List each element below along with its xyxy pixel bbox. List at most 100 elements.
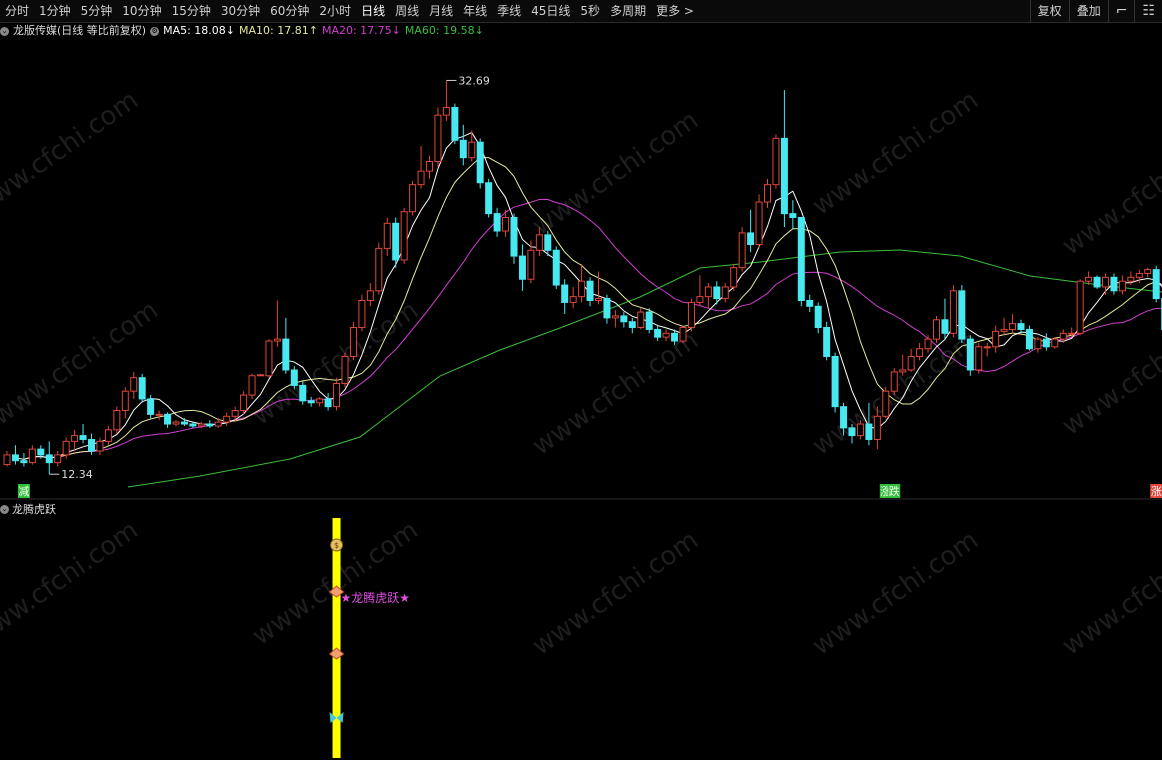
candle-body: [907, 355, 915, 371]
period-toolbar: 分时 1分钟 5分钟 10分钟 15分钟 30分钟 60分钟 2小时 日线 周线 月线 年线 季线 45日…: [0, 0, 1162, 23]
collapse-icon[interactable]: ⌄: [0, 505, 9, 514]
period-9[interactable]: 周线: [390, 0, 424, 22]
candle-body: [671, 332, 679, 342]
ma5-line: [15, 131, 1162, 460]
period-15[interactable]: 多周期: [605, 0, 651, 22]
period-16[interactable]: 更多 >: [651, 0, 699, 22]
toolbar-right-button-3[interactable]: ☷: [1134, 0, 1162, 22]
candle-body: [257, 374, 264, 377]
candle-body: [459, 139, 467, 159]
candle-body: [62, 440, 70, 456]
candle-body: [975, 346, 983, 371]
period-4[interactable]: 15分钟: [167, 0, 216, 22]
candle-body: [544, 234, 552, 251]
candle-body: [561, 284, 569, 303]
diamond-icon: [328, 585, 345, 598]
candle-body: [806, 299, 814, 307]
candle-body: [1127, 276, 1135, 282]
signal-badge: [888, 484, 901, 498]
candle-body: [172, 421, 180, 425]
candle-body: [1051, 338, 1059, 348]
candle-body: [949, 290, 957, 334]
sub-panel-title: 龙腾虎跃: [12, 503, 56, 516]
signal-badge: [879, 484, 892, 498]
candle-body: [637, 311, 645, 329]
ma20-line: [32, 198, 1162, 458]
candle-body: [468, 141, 476, 159]
candle-body: [88, 438, 95, 452]
low-annotation: 12.34: [61, 468, 93, 481]
candle-body: [569, 296, 577, 303]
candle-body: [104, 429, 112, 442]
ma10-line: [23, 156, 1162, 460]
period-14[interactable]: 5秒: [575, 0, 605, 22]
stock-name: 龙版传媒(日线 等比前复权): [13, 24, 147, 37]
watermark-text: www.cfchi.com: [1057, 125, 1162, 261]
period-5[interactable]: 30分钟: [216, 0, 265, 22]
period-11[interactable]: 年线: [458, 0, 492, 22]
watermark: www.cfchi.com www.cfchi.com www.cfchi.com w…: [0, 85, 1162, 661]
info-bar: ⌄ 龙版传媒(日线 等比前复权) ⚙ MA5: 18.08↓ MA10: 17.…: [0, 23, 488, 39]
candlestick-chart[interactable]: www.cfchi.com www.cfchi.com www.cfchi.com w…: [0, 0, 1162, 760]
period-3[interactable]: 10分钟: [117, 0, 166, 22]
candle-body: [1017, 323, 1025, 330]
candle-body: [696, 296, 704, 303]
candle-body: [282, 338, 290, 371]
signal-label: 涨: [1151, 485, 1162, 498]
period-13[interactable]: 45日线: [526, 0, 575, 22]
collapse-icon[interactable]: ⌄: [0, 26, 9, 36]
candle-body: [865, 423, 873, 440]
high-annotation: 32.69: [458, 74, 490, 87]
period-0[interactable]: 分时: [0, 0, 34, 22]
ma5-label: MA5: 18.08↓: [163, 24, 236, 37]
candle-body: [383, 222, 391, 249]
candle-body: [265, 340, 273, 377]
period-12[interactable]: 季线: [492, 0, 526, 22]
sub-indicator-layer: $ ★龙腾虎跃★: [328, 518, 410, 758]
coin-bag-icon: [330, 538, 344, 552]
candle-body: [882, 390, 890, 417]
candle-body: [3, 454, 11, 466]
candle-body: [240, 394, 248, 412]
period-8[interactable]: 日线: [356, 0, 390, 22]
period-2[interactable]: 5分钟: [76, 0, 118, 22]
period-1[interactable]: 1分钟: [34, 0, 76, 22]
candle-body: [375, 247, 383, 292]
watermark-text: www.cfchi.com: [0, 85, 144, 221]
toolbar-right-button-1[interactable]: 叠加: [1068, 0, 1108, 22]
candle-body: [933, 319, 940, 340]
watermark-text: www.cfchi.com: [527, 525, 704, 661]
candle-body: [299, 384, 307, 402]
candle-body: [772, 137, 780, 186]
candle-body: [687, 301, 695, 329]
period-10[interactable]: 月线: [424, 0, 458, 22]
candle-body: [20, 460, 28, 464]
candle-body: [586, 280, 594, 301]
toolbar-right-button-2[interactable]: ⌐: [1107, 0, 1135, 22]
period-7[interactable]: 2小时: [314, 0, 356, 22]
candle-body: [307, 400, 315, 404]
watermark-text: www.cfchi.com: [0, 515, 144, 651]
candle-body: [485, 182, 493, 215]
toolbar-right-button-0[interactable]: 复权: [1029, 0, 1069, 22]
candle-body: [434, 114, 442, 163]
right-buttons: 复权 叠加 ⌐ ☷: [1029, 0, 1162, 22]
signals-layer: 减涨跌涨: [17, 484, 1162, 498]
watermark-text: www.cfchi.com: [527, 105, 704, 241]
candle-body: [924, 338, 932, 350]
butterfly-icon: [329, 712, 344, 723]
period-6[interactable]: 60分钟: [265, 0, 314, 22]
candle-body: [189, 423, 197, 427]
candle-body: [1102, 276, 1109, 288]
candle-body: [290, 369, 298, 386]
candle-body: [662, 332, 670, 338]
candle-body: [958, 290, 966, 340]
candle-body: [54, 454, 62, 464]
candle-body: [992, 330, 1000, 348]
candle-body: [1059, 332, 1067, 340]
candle-body: [1152, 269, 1160, 300]
candle-body: [493, 213, 501, 232]
candle-body: [645, 311, 653, 330]
candle-body: [831, 355, 839, 408]
settings-icon[interactable]: ⚙: [150, 26, 160, 36]
